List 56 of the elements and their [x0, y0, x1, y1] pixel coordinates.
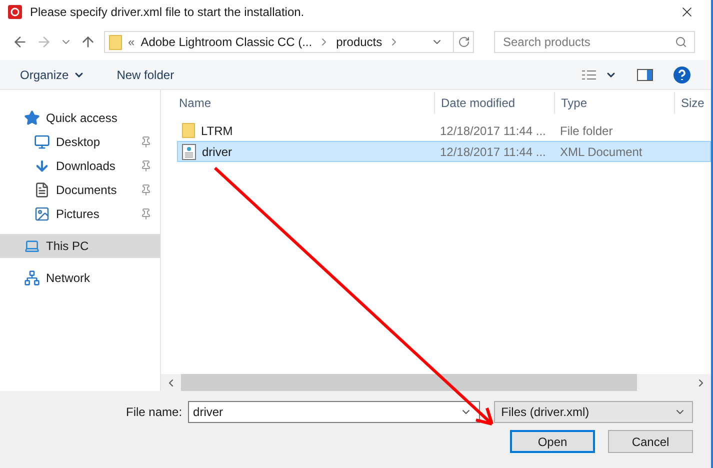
- sidebar-item[interactable]: Network: [0, 266, 160, 290]
- new-folder-button[interactable]: New folder: [116, 66, 174, 84]
- date-cell-text: 12/18/2017 11:44 ...: [439, 122, 547, 140]
- file-name: driver: [202, 144, 232, 160]
- column-header[interactable]: Date modified: [434, 92, 554, 114]
- back-button[interactable]: [12, 34, 28, 50]
- xml-file-icon: [182, 144, 196, 160]
- refresh-icon: [458, 36, 470, 48]
- folder-icon: [182, 123, 195, 138]
- date-cell-text: 12/18/2017 11:44 ...: [439, 144, 547, 160]
- organize-button[interactable]: Organize: [20, 66, 85, 84]
- file-row[interactable]: driver 12/18/2017 11:44 ... XML Document: [177, 141, 711, 162]
- sidebar-item[interactable]: Downloads: [0, 154, 160, 178]
- file-name-label: File name:: [126, 404, 182, 421]
- pin-icon: [140, 160, 152, 172]
- monitor-icon: [34, 134, 50, 150]
- details-view-icon: [581, 68, 597, 80]
- pin-icon: [140, 136, 152, 148]
- folder-icon: [109, 34, 122, 50]
- sidebar-item[interactable]: Documents: [0, 178, 160, 202]
- pin-icon: [140, 184, 152, 196]
- sidebar-item[interactable]: Quick access: [0, 106, 160, 130]
- file-name-field[interactable]: driver: [188, 401, 480, 423]
- horizontal-scrollbar[interactable]: [161, 374, 711, 391]
- network-icon: [24, 270, 40, 286]
- column-header[interactable]: Size: [674, 92, 711, 114]
- type-cell-text: XML Document: [559, 144, 644, 160]
- file-name: LTRM: [201, 122, 233, 140]
- star-icon: [24, 110, 40, 126]
- search-field[interactable]: Search products: [494, 31, 695, 53]
- file-type-dropdown[interactable]: Files (driver.xml): [494, 401, 693, 423]
- sidebar-item[interactable]: Pictures: [0, 202, 160, 226]
- sidebar-item[interactable]: Desktop: [0, 130, 160, 154]
- breadcrumb[interactable]: Adobe Lightroom Classic CC (...: [140, 33, 312, 51]
- window-title: Please specify driver.xml file to start the installation.: [30, 4, 306, 21]
- search-icon[interactable]: [675, 36, 687, 48]
- dialog-button[interactable]: Open: [510, 430, 595, 453]
- file-row[interactable]: LTRM 12/18/2017 11:44 ... File folder: [177, 120, 711, 141]
- address-bar[interactable]: « Adobe Lightroom Classic CC (... products: [104, 31, 474, 53]
- forward-arrow-icon: [36, 34, 52, 50]
- app-icon: [8, 5, 22, 19]
- column-header[interactable]: Name: [161, 92, 434, 114]
- column-header[interactable]: Type: [554, 92, 674, 114]
- image-icon: [34, 206, 50, 222]
- computer-icon: [24, 238, 40, 254]
- view-options-button[interactable]: [581, 68, 617, 80]
- address-prefix: «: [128, 34, 135, 51]
- breadcrumb[interactable]: products: [336, 33, 382, 51]
- document-icon: [34, 182, 50, 198]
- up-button[interactable]: [80, 34, 96, 50]
- type-cell-text: File folder: [559, 122, 614, 140]
- preview-pane-icon[interactable]: [637, 68, 653, 80]
- pin-icon: [140, 208, 152, 220]
- dialog-button[interactable]: Cancel: [608, 430, 693, 453]
- sidebar-item[interactable]: This PC: [0, 234, 160, 258]
- help-icon[interactable]: [673, 66, 691, 84]
